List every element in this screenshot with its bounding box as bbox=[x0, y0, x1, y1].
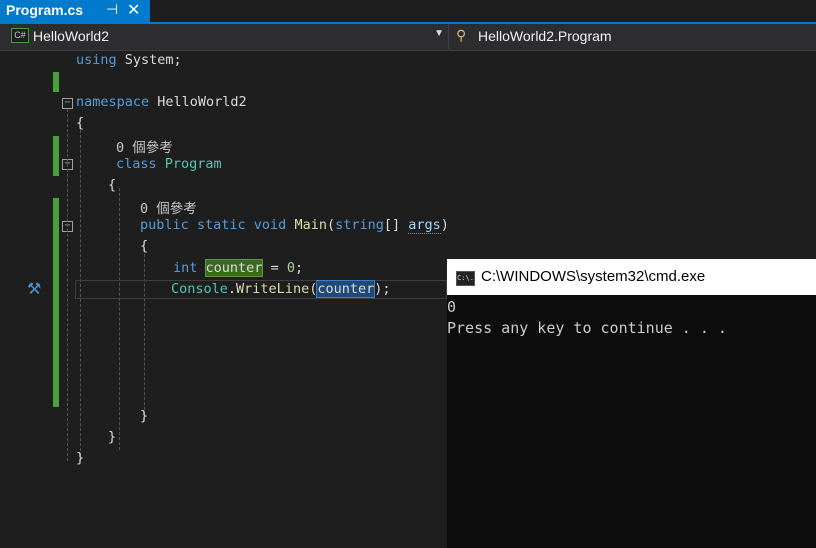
tab-program-cs[interactable]: Program.cs ⊣ ✕ bbox=[0, 0, 150, 22]
class-icon: ⚲ bbox=[456, 27, 467, 43]
console-title: C:\WINDOWS\system32\cmd.exe bbox=[481, 268, 706, 285]
console-icon: C:\. bbox=[456, 271, 475, 286]
document-tab-strip: Program.cs ⊣ ✕ bbox=[0, 0, 816, 24]
change-bar bbox=[53, 198, 59, 407]
code-line-12: Console.WriteLine(counter); bbox=[171, 280, 391, 298]
code-line-class-close: } bbox=[108, 429, 117, 445]
csharp-file-icon: C# bbox=[11, 28, 29, 43]
project-label: HelloWorld2 bbox=[33, 28, 109, 44]
indent-guide bbox=[144, 249, 145, 415]
tab-title: Program.cs bbox=[6, 2, 84, 18]
code-line-main-close: } bbox=[140, 408, 149, 424]
counter-declaration: counter bbox=[204, 259, 264, 277]
console-output-line: Press any key to continue . . . bbox=[447, 319, 727, 337]
code-line-7: { bbox=[108, 177, 117, 193]
close-icon[interactable]: ✕ bbox=[127, 0, 140, 20]
outline-line bbox=[67, 109, 68, 461]
console-output-line: 0 bbox=[447, 298, 457, 316]
code-line-6: class Program bbox=[116, 156, 222, 172]
code-line-10: { bbox=[140, 238, 149, 254]
indent-guide bbox=[119, 188, 120, 450]
navigation-bar: C# HelloWorld2 ▼ ⚲ HelloWorld2.Program bbox=[0, 24, 816, 51]
code-line-3: namespace HelloWorld2 bbox=[76, 94, 247, 110]
chevron-down-icon: ▼ bbox=[434, 28, 444, 39]
project-dropdown[interactable]: C# HelloWorld2 ▼ bbox=[6, 24, 449, 49]
pin-icon[interactable]: ⊣ bbox=[106, 1, 118, 18]
console-output: 0 Press any key to continue . . . bbox=[447, 297, 727, 339]
class-label: HelloWorld2.Program bbox=[478, 28, 612, 44]
code-line-9: public static void Main(string[] args) bbox=[140, 217, 449, 234]
change-bar bbox=[53, 136, 59, 176]
console-title-bar[interactable]: C:\. C:\WINDOWS\system32\cmd.exe bbox=[447, 259, 816, 295]
reference-count[interactable]: 0 個參考 bbox=[116, 136, 173, 156]
class-dropdown[interactable]: ⚲ HelloWorld2.Program bbox=[454, 24, 814, 49]
reference-count[interactable]: 0 個參考 bbox=[140, 197, 197, 217]
code-line-11: int counter = 0; bbox=[173, 259, 304, 277]
code-line-1: using System; bbox=[76, 52, 182, 68]
counter-reference: counter bbox=[316, 280, 376, 298]
collapse-icon[interactable]: − bbox=[62, 98, 73, 109]
code-line-namespace-close: } bbox=[76, 450, 85, 466]
quick-actions-icon[interactable]: ⚒ bbox=[27, 279, 47, 301]
code-line-4: { bbox=[76, 115, 85, 131]
console-window[interactable]: C:\. C:\WINDOWS\system32\cmd.exe 0 Press … bbox=[447, 259, 816, 548]
change-bar bbox=[53, 72, 59, 92]
